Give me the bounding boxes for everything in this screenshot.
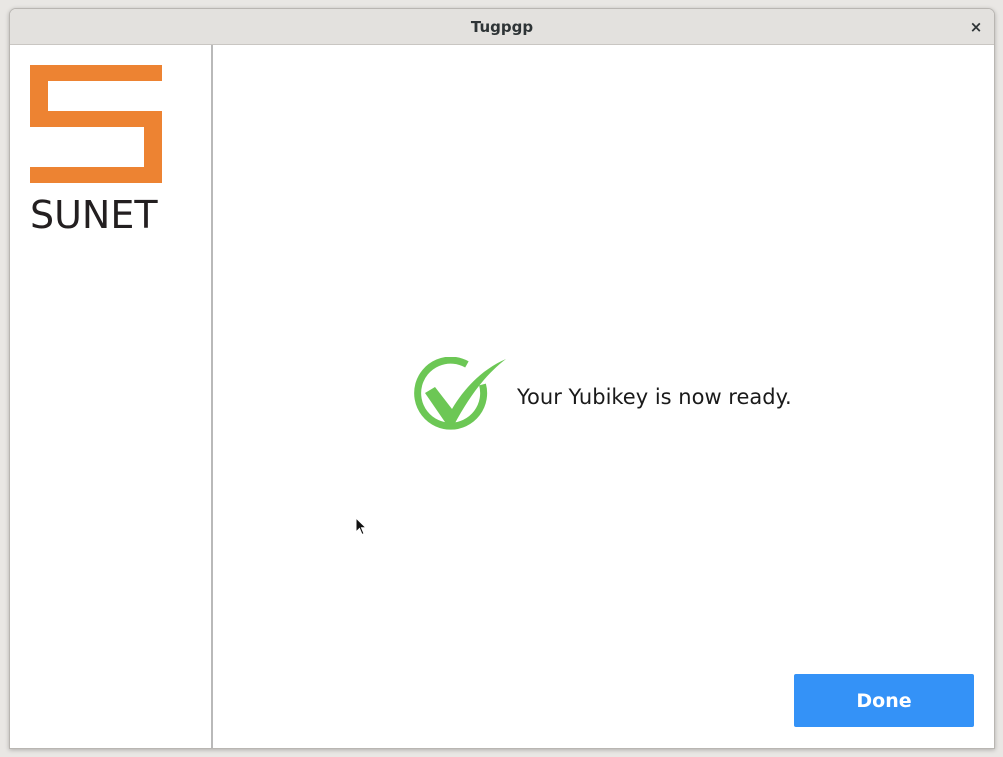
titlebar: Tugpgp ×: [10, 9, 994, 45]
status-row: Your Yubikey is now ready.: [409, 357, 792, 437]
logo-text: SUNET: [30, 193, 158, 237]
check-circle-icon: [414, 357, 506, 430]
window-title: Tugpgp: [470, 18, 534, 36]
app-window: Tugpgp × SUNET Your Yubikey is now ready…: [9, 8, 995, 749]
status-message: Your Yubikey is now ready.: [517, 385, 792, 409]
main-content: Your Yubikey is now ready. Done: [213, 45, 994, 748]
close-button[interactable]: ×: [966, 17, 986, 37]
sidebar: SUNET: [10, 45, 213, 748]
sunet-logo-icon: [30, 65, 162, 183]
done-button[interactable]: Done: [794, 674, 974, 727]
mouse-pointer-icon: [355, 517, 367, 536]
